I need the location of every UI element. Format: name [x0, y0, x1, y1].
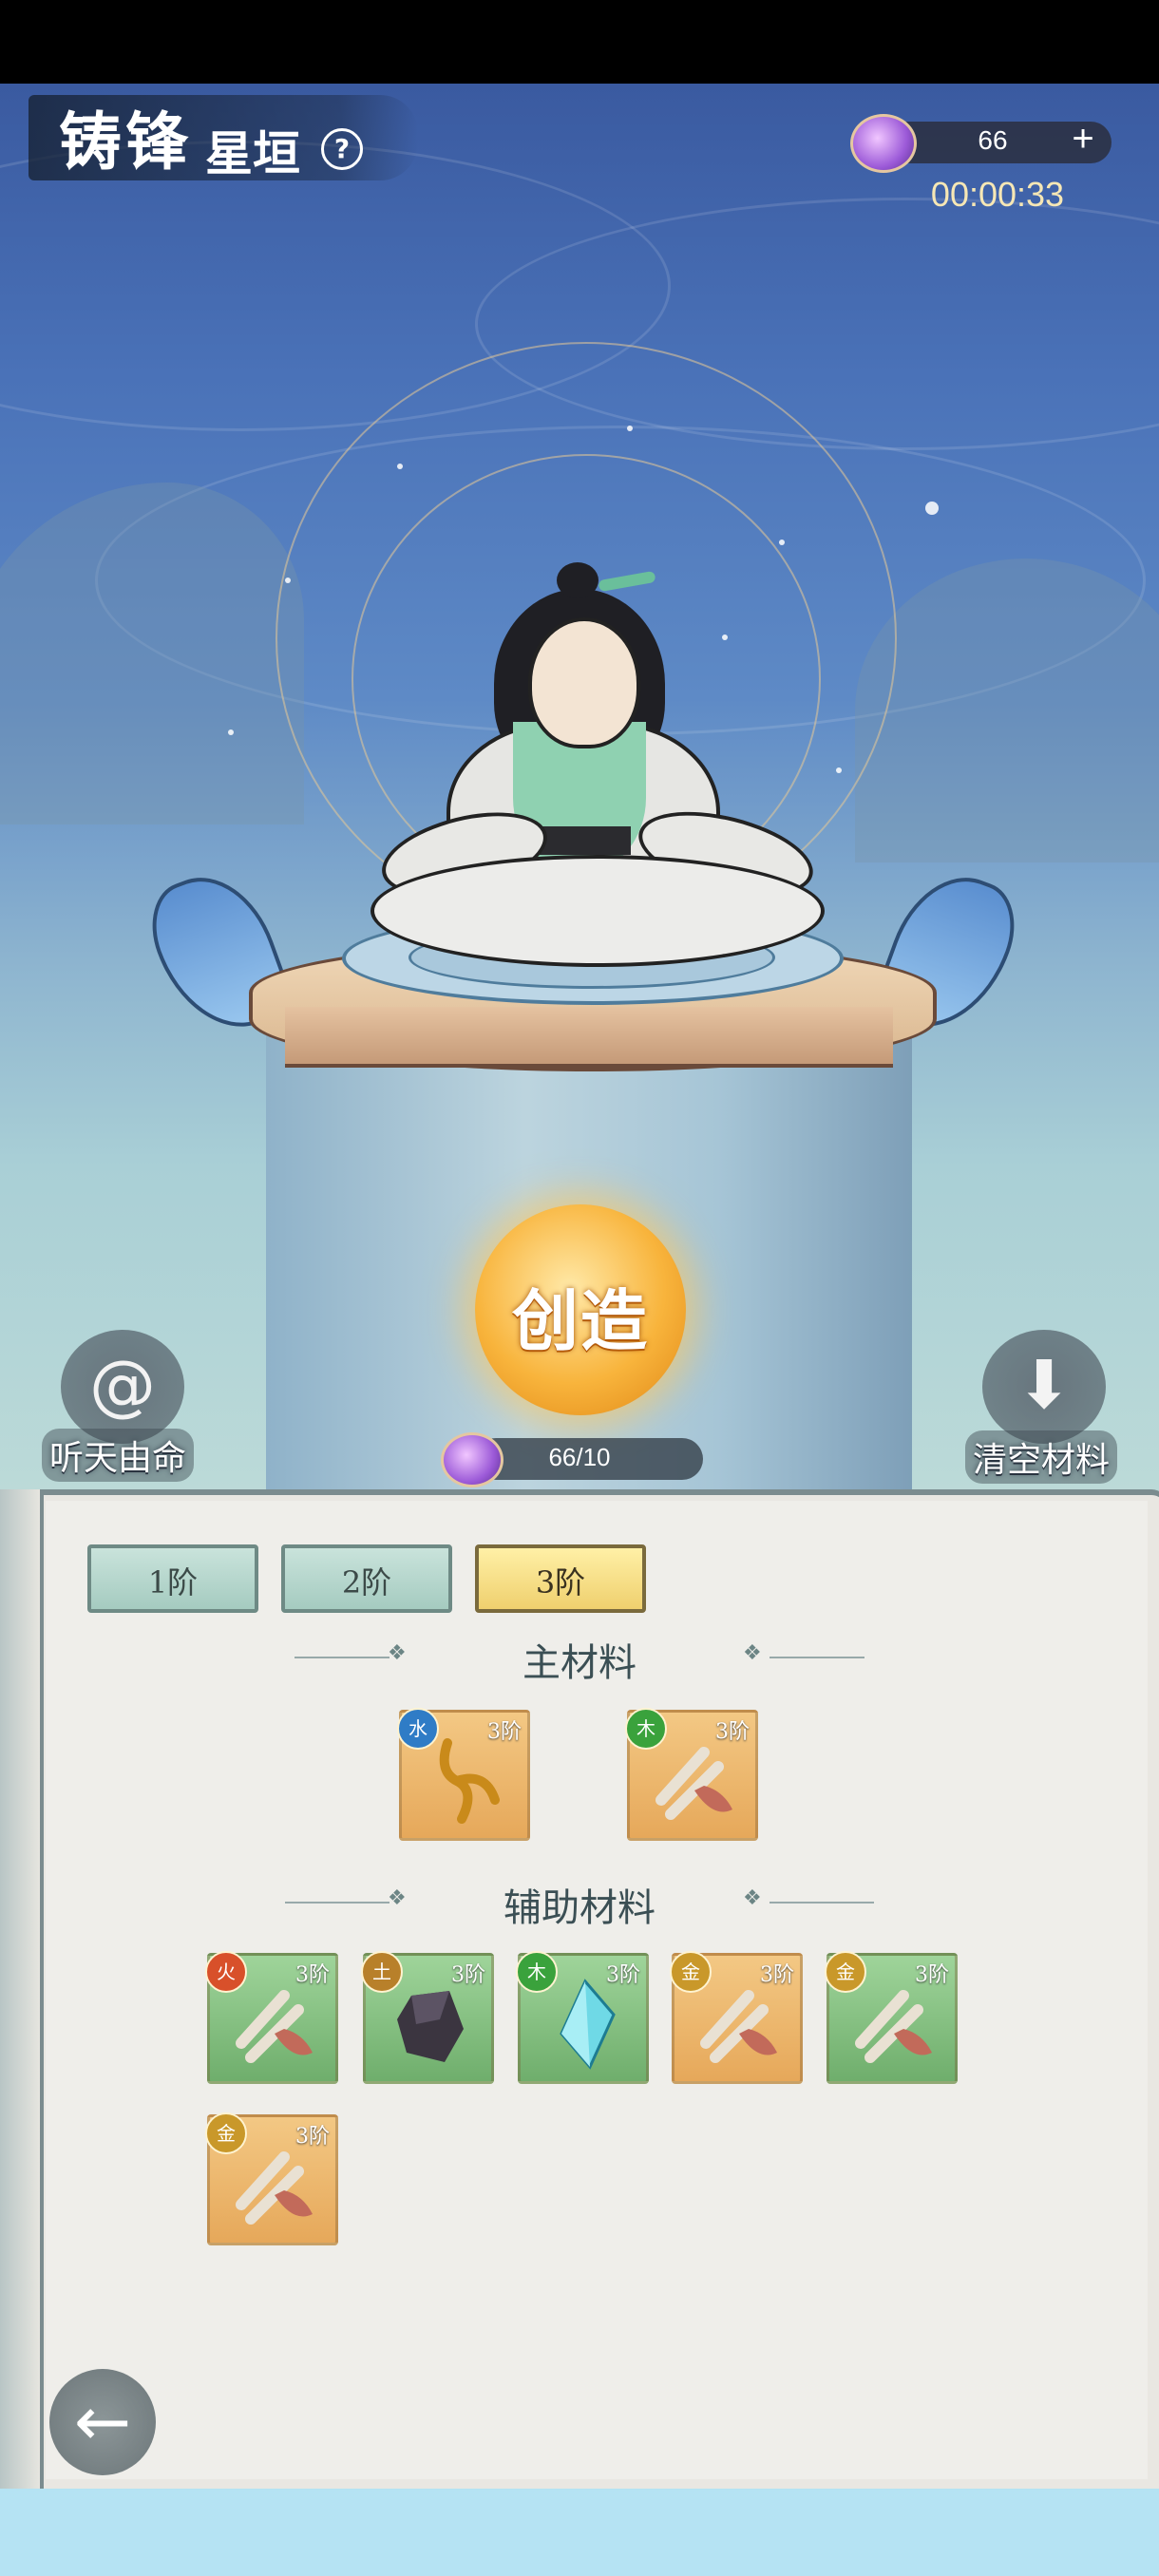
element-badge: 水 [397, 1708, 439, 1750]
golden-root-icon [439, 1738, 500, 1824]
main-materials-title: 主材料 [522, 1641, 636, 1685]
mountain [0, 483, 304, 824]
divider [770, 1902, 874, 1904]
random-fate-label: 听天由命 [42, 1429, 195, 1482]
question-icon[interactable]: ? [321, 128, 363, 170]
bone-claw-icon [700, 1990, 777, 2063]
element-badge: 土 [361, 1951, 403, 1993]
character-face [528, 617, 640, 748]
material-tier: 3阶 [715, 1720, 750, 1744]
dark-ore-icon [397, 1991, 464, 2062]
material-tier: 3阶 [295, 1963, 330, 1987]
star [228, 729, 234, 735]
bone-claw-icon [855, 1990, 932, 2063]
diamond-ornament-icon: ❖ [743, 1886, 762, 1910]
element-badge: 金 [670, 1951, 712, 1993]
star [925, 502, 939, 515]
element-badge: 火 [205, 1951, 247, 1993]
swirl-icon: @ [89, 1346, 156, 1424]
element-badge: 金 [205, 2112, 247, 2154]
countdown-timer: 00:00:33 [930, 175, 1065, 214]
tab-tier-3[interactable]: 3阶 [475, 1544, 646, 1613]
element-badge: 木 [625, 1708, 667, 1750]
back-arrow-icon: ← [73, 2381, 132, 2461]
back-button[interactable]: ← [49, 2369, 156, 2475]
clear-materials-button[interactable]: ⬇ [982, 1330, 1106, 1444]
tab-tier-1[interactable]: 1阶 [87, 1544, 258, 1613]
random-fate-button[interactable]: @ [61, 1330, 184, 1444]
page-subtitle: 星垣 [205, 125, 300, 181]
aux-materials-title: 辅助材料 [504, 1886, 656, 1930]
material-tier: 3阶 [487, 1720, 522, 1744]
divider [770, 1657, 864, 1658]
material-tier: 3阶 [451, 1963, 485, 1987]
material-tier: 3阶 [295, 2125, 330, 2149]
add-currency-button[interactable]: + [1062, 118, 1104, 160]
page-title: 铸锋 [59, 104, 192, 179]
element-badge: 木 [516, 1951, 558, 1993]
clear-materials-label: 清空材料 [965, 1430, 1118, 1484]
crystal-orb-icon [850, 114, 917, 173]
diamond-ornament-icon: ❖ [743, 1641, 762, 1665]
tab-tier-2[interactable]: 2阶 [281, 1544, 452, 1613]
ice-crystal-icon [560, 1979, 616, 2070]
bone-claw-icon [656, 1747, 732, 1820]
altar-band [285, 1007, 893, 1068]
create-button-label: 创造 [512, 1281, 649, 1360]
material-tier: 3阶 [915, 1963, 949, 1987]
cost-value: 66/10 [548, 1443, 611, 1471]
material-tier: 3阶 [760, 1963, 794, 1987]
download-icon: ⬇ [1016, 1346, 1073, 1424]
character-hair-bun [557, 562, 598, 598]
element-badge: 金 [825, 1951, 866, 1993]
character-lap [370, 855, 825, 967]
material-tier: 3阶 [606, 1963, 640, 1987]
bone-claw-icon [236, 2151, 313, 2225]
currency-value: 66 [978, 125, 1008, 155]
bone-claw-icon [236, 1990, 313, 2063]
bottom-strip [0, 2489, 1159, 2576]
